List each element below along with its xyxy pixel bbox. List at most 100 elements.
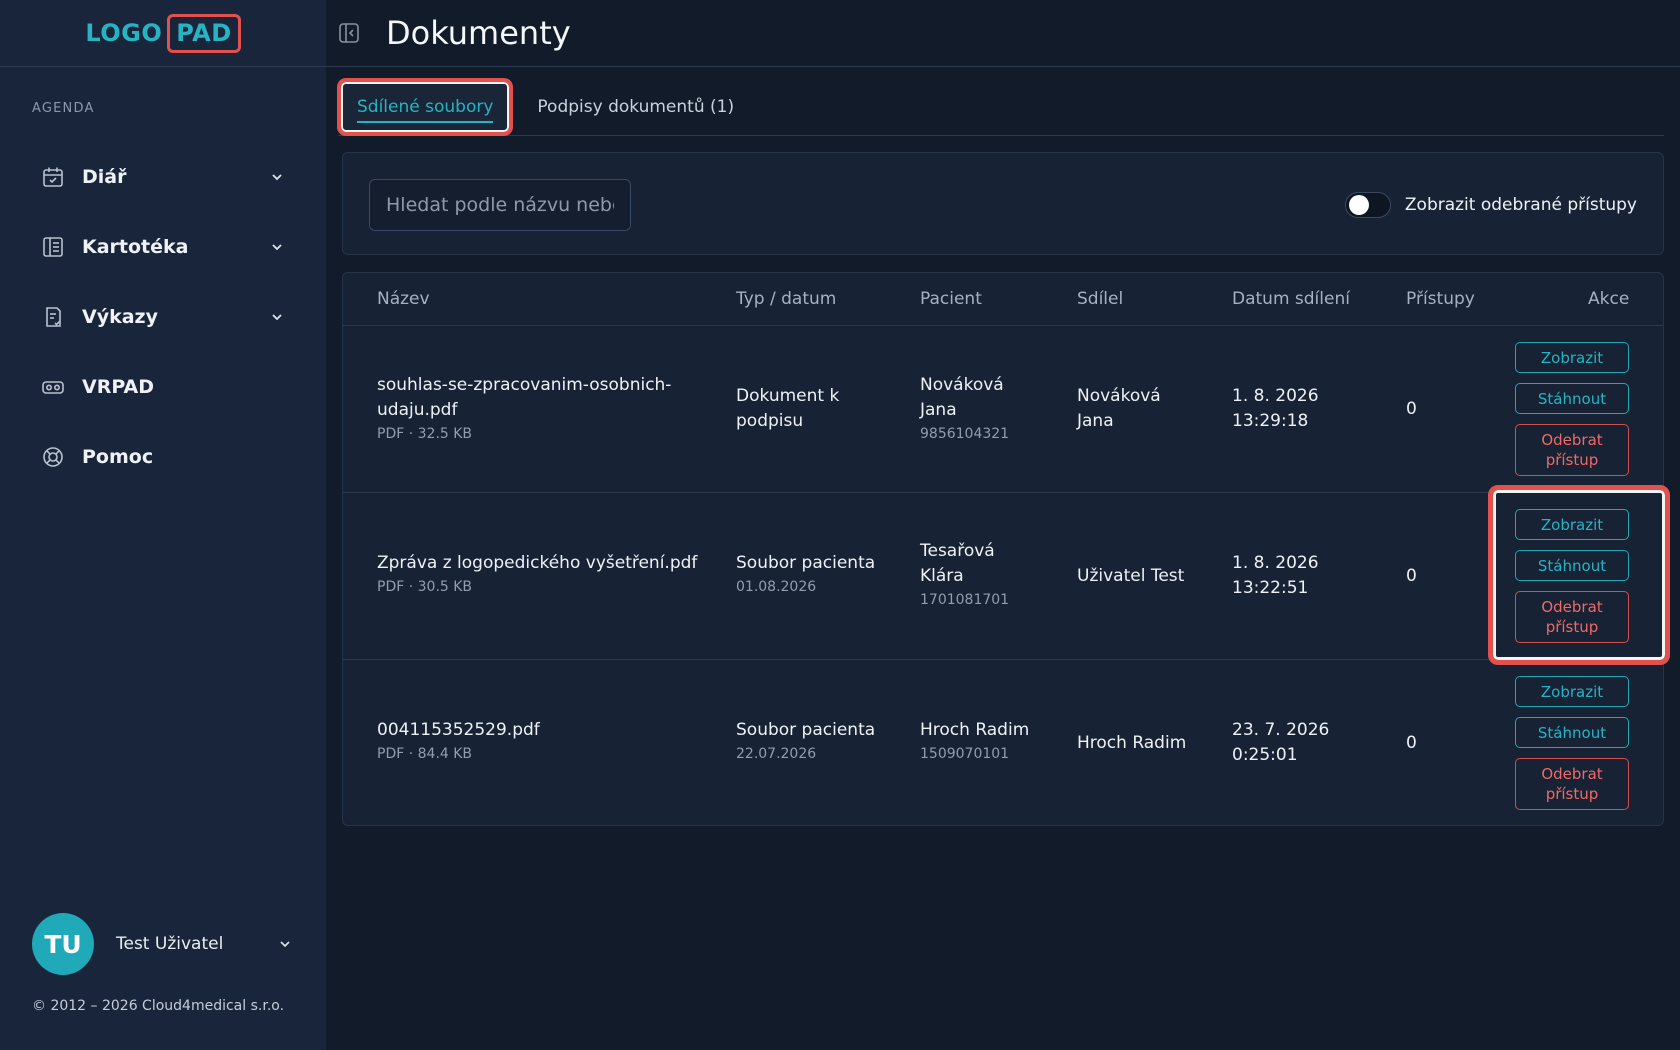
shared-by-cell: Hroch Radim [1077, 731, 1186, 756]
type-cell: Dokument k podpisu [736, 384, 839, 434]
revoke-label: přístup [1545, 785, 1599, 803]
file-name: souhlas-se-zpracovanim-osobnich- [377, 375, 672, 395]
shared-date-cell: 23. 7. 2026 0:25:01 [1232, 718, 1329, 768]
table-row: 004115352529.pdf PDF · 84.4 KB Soubor pa… [343, 660, 1663, 825]
sidebar-item-label: Výkazy [82, 306, 158, 328]
patient-id: 1509070101 [920, 746, 1010, 762]
patient-name: Nováková [920, 375, 1004, 395]
accesses-count: 0 [1406, 566, 1417, 586]
shared-by: Uživatel Test [1077, 566, 1185, 586]
revoke-access-button[interactable]: Odebrat přístup [1515, 591, 1629, 643]
shared-time: 0:25:01 [1232, 745, 1298, 765]
tab-document-signatures[interactable]: Podpisy dokumentů (1) [519, 78, 752, 136]
shared-date: 1. 8. 2026 [1232, 386, 1319, 406]
sidebar-item-diar[interactable]: Diář [0, 142, 326, 212]
shared-date: 23. 7. 2026 [1232, 720, 1330, 740]
revoke-access-button[interactable]: Odebrat přístup [1515, 424, 1629, 476]
type-cell: Soubor pacienta 22.07.2026 [736, 718, 875, 765]
row-actions: Zobrazit Stáhnout Odebrat přístup [1515, 509, 1629, 643]
column-header-accesses: Přístupy [1406, 289, 1475, 309]
patient-name: Jana [920, 400, 957, 420]
file-name: udaju.pdf [377, 400, 458, 420]
chevron-down-icon [268, 308, 286, 326]
tab-shared-files[interactable]: Sdílené soubory [337, 77, 514, 136]
table-header: Název Typ / datum Pacient Sdílel Datum s… [343, 273, 1663, 326]
sidebar-item-label: Diář [82, 166, 127, 188]
sidebar-item-kartoteka[interactable]: Kartotéka [0, 212, 326, 282]
row-actions: Zobrazit Stáhnout Odebrat přístup [1515, 342, 1629, 476]
revoke-label: Odebrat [1541, 431, 1603, 449]
column-header-shared-date: Datum sdílení [1232, 289, 1350, 309]
chevron-down-icon [276, 935, 294, 953]
user-name: Test Uživatel [116, 934, 224, 954]
calendar-icon [40, 164, 66, 190]
download-button[interactable]: Stáhnout [1515, 717, 1629, 748]
sidebar-section-label: AGENDA [32, 101, 95, 116]
accesses-count: 0 [1406, 399, 1417, 419]
view-button[interactable]: Zobrazit [1515, 342, 1629, 373]
revoke-label: přístup [1545, 618, 1599, 636]
logo[interactable]: LOGO PAD [85, 13, 241, 53]
card-index-icon [40, 234, 66, 260]
shared-by: Nováková [1077, 386, 1161, 406]
file-name-cell: souhlas-se-zpracovanim-osobnich- udaju.p… [377, 373, 671, 445]
shared-date-cell: 1. 8. 2026 13:29:18 [1232, 384, 1319, 434]
download-button[interactable]: Stáhnout [1515, 550, 1629, 581]
file-name: Zpráva z logopedického vyšetření.pdf [377, 553, 698, 573]
shared-time: 13:22:51 [1232, 578, 1309, 598]
lifebuoy-icon [40, 444, 66, 470]
sidebar: LOGO PAD AGENDA Diář Kartotéka Výkazy VR… [0, 0, 326, 1050]
logo-bar: LOGO PAD [0, 0, 326, 67]
column-header-shared-by: Sdílel [1077, 289, 1124, 309]
page-title: Dokumenty [386, 14, 571, 52]
doc-type: Soubor pacienta [736, 553, 876, 573]
avatar: TU [32, 913, 94, 975]
user-menu[interactable]: TU Test Uživatel [32, 913, 294, 975]
column-header-patient: Pacient [920, 289, 982, 309]
sidebar-item-label: VRPAD [82, 376, 154, 398]
shared-date: 1. 8. 2026 [1232, 553, 1319, 573]
file-meta: PDF · 32.5 KB [377, 426, 473, 442]
file-name-cell: 004115352529.pdf PDF · 84.4 KB [377, 718, 540, 765]
revoke-access-button[interactable]: Odebrat přístup [1515, 758, 1629, 810]
sidebar-item-vykazy[interactable]: Výkazy [0, 282, 326, 352]
tab-label: Podpisy dokumentů (1) [537, 96, 735, 117]
patient-cell: Nováková Jana 9856104321 [920, 373, 1009, 445]
column-header-type: Typ / datum [736, 289, 837, 309]
accesses-count: 0 [1406, 733, 1417, 753]
sidebar-item-pomoc[interactable]: Pomoc [0, 422, 326, 492]
patient-id: 1701081701 [920, 592, 1010, 608]
table-row: Zpráva z logopedického vyšetření.pdf PDF… [343, 493, 1663, 660]
revoke-label: přístup [1545, 451, 1599, 469]
tab-bar: Sdílené soubory Podpisy dokumentů (1) [337, 77, 1664, 136]
toggle-label: Zobrazit odebrané přístupy [1404, 195, 1637, 215]
shared-time: 13:29:18 [1232, 411, 1309, 431]
doc-date: 22.07.2026 [736, 746, 817, 762]
revoke-label: Odebrat [1541, 765, 1603, 783]
view-button[interactable]: Zobrazit [1515, 509, 1629, 540]
revoke-label: Odebrat [1541, 598, 1603, 616]
row-actions: Zobrazit Stáhnout Odebrat přístup [1515, 676, 1629, 810]
shared-by-cell: Nováková Jana [1077, 384, 1161, 434]
logo-text-part2: PAD [167, 13, 241, 53]
doc-type: Soubor pacienta [736, 720, 876, 740]
toggle-knob [1348, 195, 1369, 215]
sidebar-item-label: Kartotéka [82, 236, 189, 258]
sidebar-nav: Diář Kartotéka Výkazy VRPAD Pomoc [0, 142, 326, 492]
sidebar-item-label: Pomoc [82, 446, 154, 468]
shared-date-cell: 1. 8. 2026 13:22:51 [1232, 551, 1319, 601]
file-meta: PDF · 30.5 KB [377, 579, 473, 595]
sidebar-item-vrpad[interactable]: VRPAD [0, 352, 326, 422]
toggle-switch[interactable] [1344, 192, 1391, 218]
revoked-access-toggle[interactable]: Zobrazit odebrané přístupy [1344, 185, 1637, 225]
download-button[interactable]: Stáhnout [1515, 383, 1629, 414]
shared-by-cell: Uživatel Test [1077, 564, 1184, 589]
tab-label: Sdílené soubory [357, 97, 494, 123]
patient-cell: Tesařová Klára 1701081701 [920, 539, 1009, 611]
type-cell: Soubor pacienta 01.08.2026 [736, 551, 875, 598]
sidebar-collapse-icon[interactable] [336, 20, 362, 46]
chevron-down-icon [268, 238, 286, 256]
search-input[interactable] [369, 179, 631, 231]
file-name-cell: Zpráva z logopedického vyšetření.pdf PDF… [377, 551, 697, 598]
view-button[interactable]: Zobrazit [1515, 676, 1629, 707]
